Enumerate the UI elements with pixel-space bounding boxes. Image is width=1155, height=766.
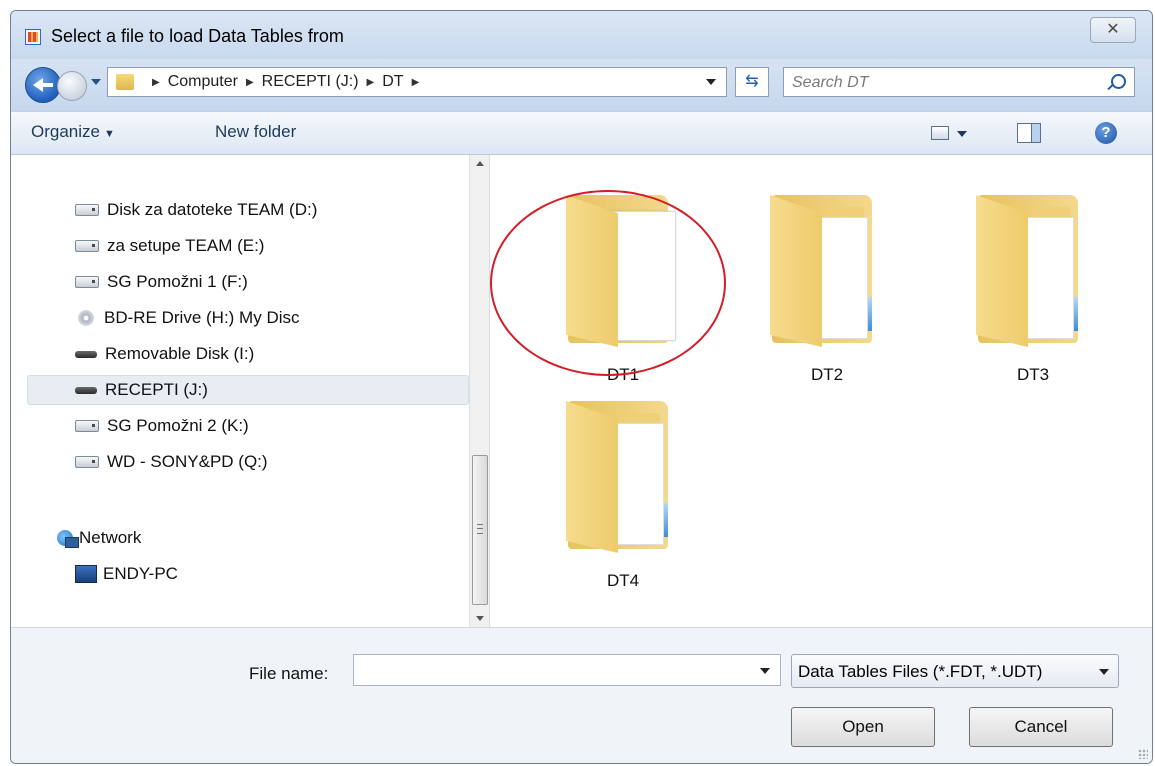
nav-item-label: BD-RE Drive (H:) My Disc — [104, 308, 300, 327]
recent-pages-dropdown-icon[interactable] — [91, 79, 101, 85]
file-name-label: File name: — [249, 664, 329, 683]
chevron-down-icon: ▼ — [103, 128, 115, 140]
nav-item-network[interactable]: Network — [57, 523, 141, 553]
folder-icon — [548, 395, 698, 555]
breadcrumb-arrow-icon[interactable]: ▶ — [412, 77, 420, 88]
nav-item-label: za setupe TEAM (E:) — [107, 236, 265, 255]
file-type-select[interactable]: Data Tables Files (*.FDT, *.UDT) — [791, 654, 1119, 688]
organize-button[interactable]: Organize ▼ — [31, 122, 115, 142]
file-name-input[interactable] — [353, 654, 781, 686]
cancel-button[interactable]: Cancel — [969, 707, 1113, 747]
search-icon[interactable] — [1111, 74, 1126, 89]
nav-item-label: ENDY-PC — [103, 564, 178, 583]
drive-icon — [75, 420, 99, 432]
change-view-icon[interactable] — [931, 126, 949, 140]
removable-drive-icon — [75, 386, 97, 394]
removable-drive-icon — [75, 350, 97, 358]
navigation-pane: Disk za datoteke TEAM (D:) za setupe TEA… — [11, 155, 490, 627]
address-bar[interactable]: ▶ Computer ▶ RECEPTI (J:) ▶ DT ▶ — [107, 67, 727, 97]
organize-label: Organize — [31, 122, 100, 141]
scroll-up-icon[interactable] — [476, 161, 484, 166]
close-button[interactable]: ✕ — [1090, 17, 1136, 43]
folder-icon — [752, 189, 902, 349]
nav-item-drive-j[interactable]: RECEPTI (J:) — [27, 375, 469, 405]
search-input[interactable] — [790, 71, 1094, 95]
folder-label: DT4 — [606, 571, 640, 590]
drive-icon — [75, 276, 99, 288]
nav-item-label: SG Pomožni 1 (F:) — [107, 272, 248, 291]
folder-label: DT2 — [810, 365, 844, 384]
view-options-dropdown-icon[interactable] — [957, 131, 967, 137]
forward-button[interactable] — [57, 71, 87, 101]
breadcrumb-arrow-icon[interactable]: ▶ — [152, 77, 160, 88]
command-bar: Organize ▼ New folder ? — [11, 111, 1152, 155]
resize-grip-icon[interactable] — [1138, 749, 1148, 759]
breadcrumb-arrow-icon[interactable]: ▶ — [367, 77, 375, 88]
title-bar: Select a file to load Data Tables from ✕ — [11, 11, 1152, 59]
folder-icon — [958, 189, 1108, 349]
file-type-label: Data Tables Files (*.FDT, *.UDT) — [798, 662, 1043, 681]
nav-item-label: Removable Disk (I:) — [105, 344, 255, 363]
nav-item-drive-q[interactable]: WD - SONY&PD (Q:) — [75, 447, 268, 477]
nav-item-label: Network — [79, 528, 142, 547]
file-list: DT1 DT2 DT3 DT4 — [489, 155, 1152, 627]
drive-icon — [75, 240, 99, 252]
preview-pane-icon[interactable] — [1017, 123, 1041, 143]
folder-label: DT1 — [606, 365, 640, 384]
window-title: Select a file to load Data Tables from — [51, 26, 344, 46]
drive-icon — [75, 456, 99, 468]
nav-item-label: SG Pomožni 2 (K:) — [107, 416, 249, 435]
scroll-down-icon[interactable] — [476, 616, 484, 621]
nav-item-label: Disk za datoteke TEAM (D:) — [107, 200, 318, 219]
disc-icon — [78, 310, 94, 326]
breadcrumb-arrow-icon[interactable]: ▶ — [246, 77, 254, 88]
nav-item-label: WD - SONY&PD (Q:) — [107, 452, 268, 471]
refresh-button[interactable]: ⇆ — [735, 67, 769, 97]
nav-item-drive-i[interactable]: Removable Disk (I:) — [75, 339, 254, 369]
drive-icon — [75, 204, 99, 216]
breadcrumb-recepti[interactable]: RECEPTI (J:) — [262, 73, 359, 91]
scroll-thumb[interactable] — [472, 455, 488, 605]
folder-icon — [548, 189, 698, 349]
grip-icon — [477, 524, 483, 534]
back-button[interactable] — [25, 67, 61, 103]
breadcrumb-dt[interactable]: DT — [382, 73, 403, 91]
file-name-dropdown-icon[interactable] — [760, 668, 770, 674]
app-icon — [25, 29, 41, 45]
nav-item-endy-pc[interactable]: ENDY-PC — [75, 559, 178, 589]
nav-item-drive-e[interactable]: za setupe TEAM (E:) — [75, 231, 264, 261]
folder-icon — [116, 74, 134, 90]
open-button[interactable]: Open — [791, 707, 935, 747]
breadcrumb-computer[interactable]: Computer — [168, 73, 238, 91]
nav-item-drive-h[interactable]: BD-RE Drive (H:) My Disc — [75, 303, 300, 333]
network-icon — [57, 530, 79, 548]
nav-scrollbar[interactable] — [469, 155, 490, 627]
file-dialog: Select a file to load Data Tables from ✕… — [10, 10, 1153, 764]
nav-item-drive-d[interactable]: Disk za datoteke TEAM (D:) — [75, 195, 317, 225]
folder-label: DT3 — [1016, 365, 1050, 384]
address-dropdown-icon[interactable] — [706, 79, 716, 85]
nav-item-drive-k[interactable]: SG Pomožni 2 (K:) — [75, 411, 249, 441]
search-box[interactable] — [783, 67, 1135, 97]
chevron-down-icon — [1099, 669, 1109, 675]
nav-item-label: RECEPTI (J:) — [105, 380, 208, 399]
help-icon[interactable]: ? — [1095, 122, 1117, 144]
new-folder-button[interactable]: New folder — [215, 122, 296, 142]
nav-item-drive-f[interactable]: SG Pomožni 1 (F:) — [75, 267, 248, 297]
address-row: ▶ Computer ▶ RECEPTI (J:) ▶ DT ▶ ⇆ — [11, 59, 1152, 111]
computer-icon — [75, 565, 97, 583]
bottom-panel: File name: Data Tables Files (*.FDT, *.U… — [11, 627, 1152, 763]
